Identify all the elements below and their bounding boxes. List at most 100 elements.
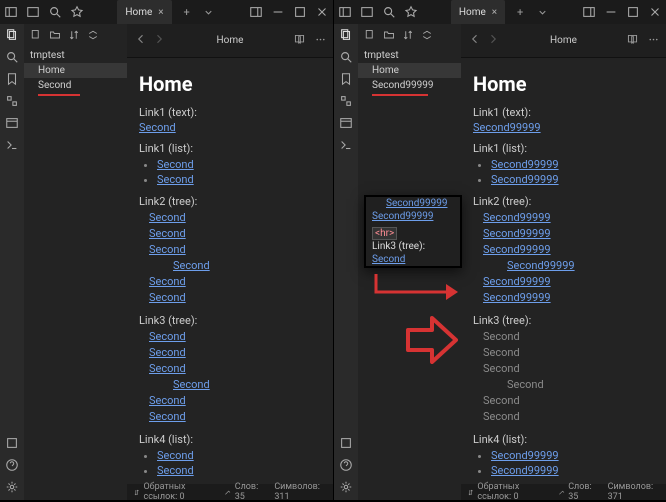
tree-item[interactable]: Second [149,362,186,375]
file-home[interactable]: Home [24,63,127,78]
search-icon[interactable] [48,5,62,19]
tree-item[interactable]: Second [149,291,186,304]
close-icon[interactable]: × [158,7,163,18]
expand-icon[interactable] [420,28,434,42]
list-item[interactable]: Second99999 [491,449,559,462]
link-second[interactable]: Second99999 [473,121,541,134]
star-icon[interactable] [70,5,84,19]
list-item[interactable]: Second [157,173,194,186]
tree-item[interactable]: Second99999 [483,211,551,224]
editor-body[interactable]: Home Link1 (text): Second99999 Link1 (li… [461,58,666,484]
file-second[interactable]: Second [24,78,127,93]
folder-icon[interactable] [360,5,374,19]
tree-item[interactable]: Second [149,346,186,359]
help-icon[interactable] [339,458,353,472]
sort-icon[interactable] [67,28,81,42]
plugin-icon[interactable] [5,436,19,450]
settings-icon[interactable] [339,480,353,494]
tree-item[interactable]: Second [149,275,186,288]
star-icon[interactable] [404,5,418,19]
more-icon[interactable] [647,33,660,49]
book-icon[interactable] [293,33,306,49]
search-rail-icon[interactable] [339,50,353,64]
book-icon[interactable] [626,33,639,49]
tree-item[interactable]: Second [149,410,186,423]
overlay-link[interactable]: Second99999 [386,198,447,209]
minimize-icon[interactable] [271,5,285,19]
nav-back-icon[interactable] [135,33,147,48]
close-icon[interactable]: × [492,7,497,18]
tree-item[interactable]: Second99999 [483,291,551,304]
list-item[interactable]: Second [157,449,194,462]
tree-item[interactable]: Second [149,243,186,256]
panel-icon[interactable] [249,5,263,19]
new-folder-icon[interactable] [48,28,62,42]
graph-rail-icon[interactable] [339,94,353,108]
tree-item[interactable]: Second99999 [483,227,551,240]
chevron-down-icon[interactable] [535,5,549,19]
folder-icon[interactable] [26,5,40,19]
tree-item[interactable]: Second99999 [483,275,551,288]
annotation-arrow-big [404,316,458,364]
tree-item[interactable]: Second [149,211,186,224]
list-item[interactable]: Second99999 [491,158,559,171]
calendar-rail-icon[interactable] [5,116,19,130]
new-tab-button[interactable]: + [180,5,194,19]
graph-rail-icon[interactable] [5,94,19,108]
tab-home[interactable]: Home × [117,0,171,24]
tree-item[interactable]: Second [173,378,210,391]
files-icon[interactable] [5,28,19,42]
tree-item[interactable]: Second [149,394,186,407]
search-icon[interactable] [382,5,396,19]
editor-body[interactable]: Home Link1 (text): Second Link1 (list): … [127,58,333,484]
new-tab-button[interactable]: + [513,5,527,19]
tab-home[interactable]: Home × [451,0,505,24]
maximize-icon[interactable] [293,5,307,19]
help-icon[interactable] [5,458,19,472]
calendar-rail-icon[interactable] [339,116,353,130]
nav-forward-icon[interactable] [487,33,499,48]
tree-item[interactable]: Second [149,227,186,240]
bookmark-rail-icon[interactable] [5,72,19,86]
more-icon[interactable] [314,33,327,49]
panel-icon[interactable] [582,5,596,19]
sort-icon[interactable] [401,28,415,42]
maximize-icon[interactable] [626,5,640,19]
tree-item-unresolved: Second [483,394,520,407]
overlay-link[interactable]: Second99999 [372,211,433,222]
folder-row[interactable]: tmptest [24,48,127,63]
nav-forward-icon[interactable] [153,33,165,48]
chevron-down-icon[interactable] [202,5,216,19]
command-rail-icon[interactable] [5,138,19,152]
tree-item[interactable]: Second99999 [483,243,551,256]
list-item[interactable]: Second99999 [491,464,559,477]
settings-icon[interactable] [5,480,19,494]
minimize-icon[interactable] [604,5,618,19]
tree-item[interactable]: Second [173,259,210,272]
files-icon[interactable] [339,28,353,42]
folder-row[interactable]: tmptest [358,48,461,63]
file-second[interactable]: Second99999 [358,78,461,93]
list-item[interactable]: Second [157,464,194,477]
tree-item[interactable]: Second [149,330,186,343]
new-note-icon[interactable] [363,28,377,42]
overlay-link[interactable]: Second [372,254,405,265]
sidebar-collapse-icon[interactable] [4,5,18,19]
nav-back-icon[interactable] [469,33,481,48]
window-close-icon[interactable] [648,5,662,19]
section-link1list-title: Link1 (list): [473,142,654,155]
expand-icon[interactable] [86,28,100,42]
plugin-icon[interactable] [339,436,353,450]
new-note-icon[interactable] [29,28,43,42]
search-rail-icon[interactable] [5,50,19,64]
command-rail-icon[interactable] [339,138,353,152]
window-close-icon[interactable] [315,5,329,19]
list-item[interactable]: Second [157,158,194,171]
new-folder-icon[interactable] [382,28,396,42]
file-home[interactable]: Home [358,63,461,78]
sidebar-collapse-icon[interactable] [338,5,352,19]
tree-item[interactable]: Second99999 [507,259,575,272]
list-item[interactable]: Second99999 [491,173,559,186]
link-second[interactable]: Second [139,121,176,134]
bookmark-rail-icon[interactable] [339,72,353,86]
